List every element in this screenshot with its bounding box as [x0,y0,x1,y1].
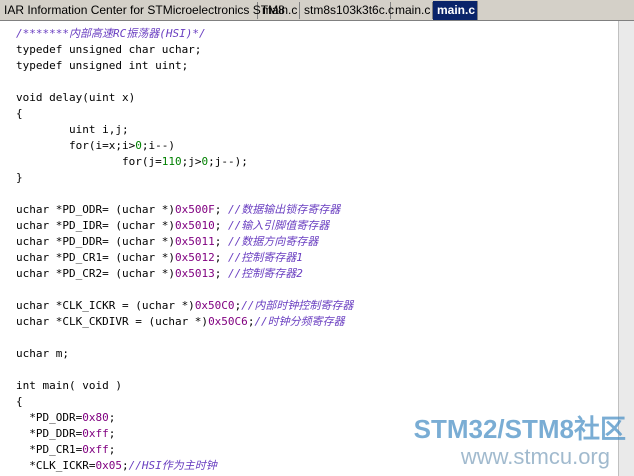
code-literal: 0x500F [174,203,215,216]
code-token: uchar *PD_IDR= (uchar *) [16,219,175,232]
code-token: ; [108,443,116,456]
code-literal: 0x50C6 [208,315,248,328]
code-literal: 0 [135,139,142,152]
code-token: for(j= [16,155,162,168]
code-token: } [16,171,23,184]
code-line: int main( void ) [16,378,353,394]
code-token: uchar m; [16,347,69,360]
code-token: { [16,107,23,120]
code-token: for(i=x;i> [16,139,136,152]
code-literal: 0xff [82,443,109,456]
vertical-scrollbar[interactable] [618,21,634,476]
code-literal: 0xff [82,427,109,440]
code-comment: //输入引脚值寄存器 [227,219,330,232]
code-token: ; [121,459,129,472]
watermark-url: www.stmcu.org [460,444,610,469]
code-comment: //控制寄存器1 [227,251,303,264]
code-token: uchar *PD_CR2= (uchar *) [16,267,175,280]
code-token: ; [214,203,228,216]
code-token: uchar *PD_CR1= (uchar *) [16,251,175,264]
code-line: *CLK_ICKR=0x05;//HSI作为主时钟 [16,458,353,474]
code-token: ; [108,411,116,424]
code-token: uchar *PD_DDR= (uchar *) [16,235,175,248]
code-line: typedef unsigned int uint; [16,58,353,74]
tab-stm8s103k3t6c-c[interactable]: stm8s103k3t6c.c [300,2,394,19]
code-line: uchar *PD_ODR= (uchar *)0x500F; //数据输出锁存… [16,202,353,218]
code-token: ; [214,235,228,248]
code-comment: //控制寄存器2 [227,267,303,280]
code-line: { [16,394,353,410]
code-literal: 0x80 [82,411,109,424]
code-literal: 110 [161,155,182,168]
tab-main-c-2[interactable]: main.c [391,2,433,19]
code-line: uchar *PD_IDR= (uchar *)0x5010; //输入引脚值寄… [16,218,353,234]
code-line: uchar *CLK_ICKR = (uchar *)0x50C0;//内部时钟… [16,298,353,314]
code-literal: 0x5012 [174,251,215,264]
code-comment: /*******内部高速RC振荡器(HSI)*/ [16,27,206,40]
code-line: uchar *CLK_CKDIVR = (uchar *)0x50C6;//时钟… [16,314,353,330]
code-line: /*******内部高速RC振荡器(HSI)*/ [16,26,353,42]
code-line: *PD_ODR=0x80; [16,410,353,426]
tab-iar-information-center[interactable]: IAR Information Center for STMicroelectr… [0,2,285,19]
editor-tab-bar: IAR Information Center for STMicroelectr… [0,0,634,21]
code-comment: //数据方向寄存器 [227,235,319,248]
code-token: uint i,j; [16,123,129,136]
tab-main-c-1[interactable]: main.c [258,2,300,19]
code-token: int main( void ) [16,379,122,392]
code-text-area[interactable]: /*******内部高速RC振荡器(HSI)*/ typedef unsigned… [16,26,353,474]
code-line: uchar *PD_CR2= (uchar *)0x5013; //控制寄存器2 [16,266,353,282]
code-line: uchar *PD_CR1= (uchar *)0x5012; //控制寄存器1 [16,250,353,266]
code-line: uchar *PD_DDR= (uchar *)0x5011; //数据方向寄存… [16,234,353,250]
code-token: { [16,395,23,408]
code-line: typedef unsigned char uchar; [16,42,353,58]
code-line: for(i=x;i>0;i--) [16,138,353,154]
code-comment: //数据输出锁存寄存器 [227,203,341,216]
code-token: *PD_DDR= [16,427,83,440]
code-token: ; [108,427,116,440]
code-token: ; [214,267,228,280]
code-literal: 0x50C0 [194,299,235,312]
code-token: *PD_CR1= [16,443,83,456]
code-editor[interactable]: /*******内部高速RC振荡器(HSI)*/ typedef unsigned… [0,21,618,476]
code-comment: //时钟分频寄存器 [254,315,345,328]
code-line: uchar m; [16,346,353,362]
code-literal: 0x5010 [174,219,215,232]
code-token: *PD_ODR= [16,411,83,424]
code-line: *PD_CR1=0xff; [16,442,353,458]
code-comment: //HSI作为主时钟 [128,459,217,472]
code-token: ;j--); [208,155,248,168]
code-token: typedef unsigned int uint; [16,59,189,72]
code-token: ; [214,251,228,264]
code-line: } [16,170,353,186]
tab-main-c-active[interactable]: main.c [433,1,478,20]
code-token: uchar *PD_ODR= (uchar *) [16,203,175,216]
code-literal: 0x5011 [174,235,215,248]
code-literal: 0x05 [95,459,122,472]
code-line: *PD_DDR=0xff; [16,426,353,442]
code-literal: 0x5013 [174,267,215,280]
code-line: uint i,j; [16,122,353,138]
code-line: { [16,106,353,122]
code-token: typedef unsigned char uchar; [16,43,202,56]
code-comment: //内部时钟控制寄存器 [241,299,354,312]
code-token: uchar *CLK_CKDIVR = (uchar *) [16,315,209,328]
code-line: void delay(uint x) [16,90,353,106]
code-token: ;j> [181,155,202,168]
watermark-logo-text: STM32/STM8社区 [413,414,626,444]
code-token: uchar *CLK_ICKR = (uchar *) [16,299,195,312]
code-token: ; [214,219,228,232]
code-token: void delay(uint x) [16,91,136,104]
code-token: ;i--) [141,139,175,152]
code-token: *CLK_ICKR= [16,459,96,472]
code-line: for(j=110;j>0;j--); [16,154,353,170]
